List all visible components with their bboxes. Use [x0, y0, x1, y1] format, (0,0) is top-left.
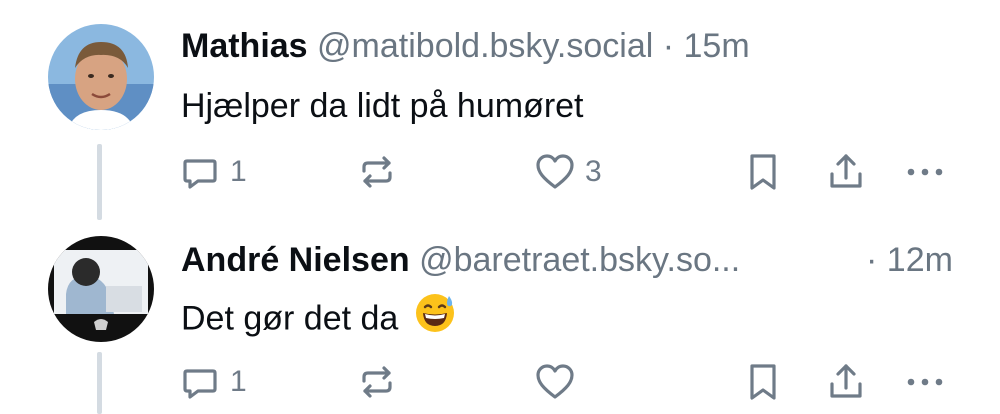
ellipsis-icon [905, 362, 945, 402]
post-text-content: Det gør det da [181, 299, 399, 338]
post-timestamp[interactable]: 12m [887, 241, 953, 279]
heart-icon [535, 152, 575, 192]
reply-button[interactable]: 1 [180, 360, 247, 404]
author-name[interactable]: André Nielsen [181, 241, 410, 279]
avatar[interactable] [48, 236, 154, 342]
avatar-photo [48, 236, 154, 342]
like-count: 3 [585, 155, 602, 188]
like-button[interactable]: 3 [535, 150, 602, 194]
bookmark-icon [745, 362, 781, 402]
post-header: Mathias @matibold.bsky.social · 15m [181, 26, 750, 66]
reply-icon [180, 152, 220, 192]
more-options-button[interactable] [905, 150, 945, 194]
repost-icon [357, 152, 397, 192]
like-button[interactable] [535, 360, 585, 404]
post-item[interactable]: André Nielsen @baretraet.bsky.so... · 12… [0, 220, 1000, 414]
more-options-button[interactable] [905, 360, 945, 404]
reply-count: 1 [230, 155, 247, 188]
avatar[interactable] [48, 24, 154, 130]
ellipsis-icon [905, 152, 945, 192]
reply-icon [180, 362, 220, 402]
post-item[interactable]: Mathias @matibold.bsky.social · 15m Hjæl… [0, 0, 1000, 220]
avatar-photo [48, 24, 154, 130]
share-icon [826, 152, 866, 192]
post-text-content: Hjælper da lidt på humøret [181, 87, 584, 125]
author-handle[interactable]: @matibold.bsky.social [317, 27, 653, 65]
share-button[interactable] [826, 150, 866, 194]
post-text: Hjælper da lidt på humøret [181, 86, 584, 126]
author-name[interactable]: Mathias [181, 27, 308, 65]
bookmark-icon [745, 152, 781, 192]
repost-button[interactable] [357, 360, 407, 404]
repost-icon [357, 362, 397, 402]
bookmark-button[interactable] [745, 360, 781, 404]
post-header: André Nielsen @baretraet.bsky.so... [181, 240, 740, 280]
post-actions: 1 3 [0, 150, 1000, 194]
reply-button[interactable]: 1 [180, 150, 247, 194]
share-button[interactable] [826, 360, 866, 404]
reply-count: 1 [230, 365, 247, 398]
separator-dot: · [866, 241, 878, 279]
heart-icon [535, 362, 575, 402]
post-actions: 1 [0, 360, 1000, 404]
post-timestamp[interactable]: 15m [684, 27, 750, 65]
post-text: Det gør det da [181, 294, 456, 343]
grinning-face-with-sweat-icon [414, 292, 456, 343]
share-icon [826, 362, 866, 402]
separator-dot: · [662, 27, 675, 65]
author-handle[interactable]: @baretraet.bsky.so... [419, 241, 740, 279]
repost-button[interactable] [357, 150, 407, 194]
post-meta: · 12m [866, 240, 953, 280]
bookmark-button[interactable] [745, 150, 781, 194]
